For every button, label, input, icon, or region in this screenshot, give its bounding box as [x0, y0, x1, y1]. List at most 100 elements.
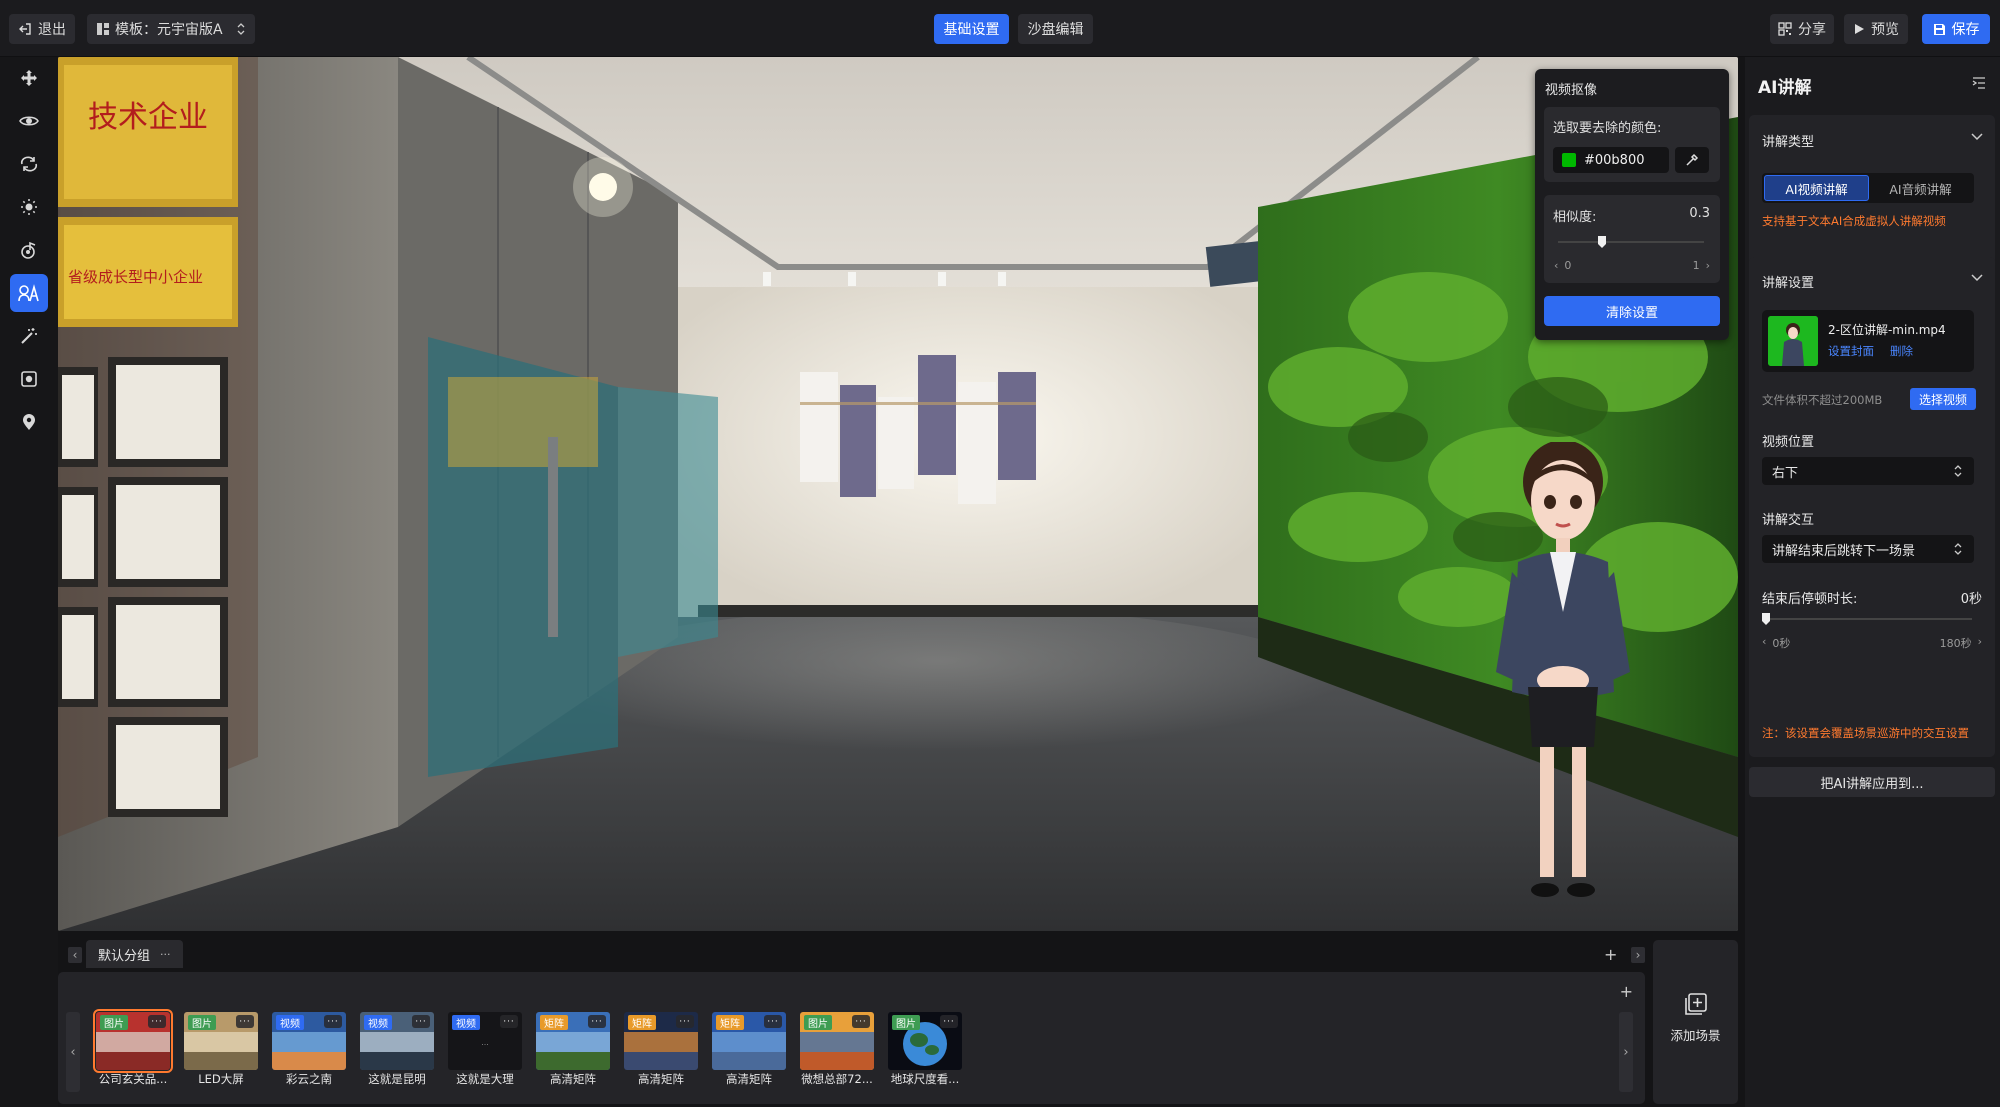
explain-settings-card: 讲解设置 2-区位讲解-min.mp4 设置封面 删除 文件体积不超过200MB… — [1749, 257, 1995, 757]
exit-label: 退出 — [38, 22, 66, 38]
scene-label: 高清矩阵 — [550, 1072, 596, 1086]
more-icon[interactable]: ··· — [764, 1015, 782, 1028]
scene-label: 公司玄关品... — [98, 1072, 168, 1086]
more-icon[interactable]: ··· — [412, 1015, 430, 1028]
scene-type-badge: 视频 — [452, 1015, 480, 1030]
panorama-viewer[interactable]: 技术企业 省级成长型中小企业 — [58, 57, 1738, 931]
more-icon[interactable]: ··· — [500, 1015, 518, 1028]
scene-type-badge: 图片 — [100, 1015, 128, 1030]
magic-wand-icon[interactable] — [10, 317, 48, 355]
clear-settings-button[interactable]: 清除设置 — [1544, 296, 1720, 326]
sun-icon[interactable] — [10, 188, 48, 226]
scene-type-badge: 视频 — [276, 1015, 304, 1030]
pause-slider-track[interactable] — [1766, 618, 1972, 620]
tab-sandbox-edit[interactable]: 沙盘编辑 — [1018, 14, 1093, 44]
more-icon[interactable]: ··· — [160, 948, 171, 961]
chevron-right-icon[interactable]: › — [1978, 635, 1982, 651]
video-position-value: 右下 — [1772, 465, 1799, 481]
choose-video-button[interactable]: 选择视频 — [1910, 388, 1976, 410]
scene-label: 彩云之南 — [286, 1072, 332, 1086]
ai-audio-explain-option[interactable]: AI音频讲解 — [1869, 175, 1972, 201]
more-icon[interactable]: ··· — [588, 1015, 606, 1028]
chevron-left-icon[interactable]: ‹ — [68, 947, 82, 963]
set-cover-link[interactable]: 设置封面 — [1828, 343, 1874, 359]
more-icon[interactable]: ··· — [148, 1015, 166, 1028]
scene-thumbnail[interactable]: 视频 ··· 这就是昆明 — [360, 1012, 434, 1088]
similarity-slider-track[interactable] — [1558, 241, 1704, 243]
save-label: 保存 — [1951, 22, 1980, 38]
group-bar: ‹ 默认分组 ··· + › — [58, 940, 1648, 968]
exit-button[interactable]: 退出 — [9, 14, 75, 44]
location-pin-icon[interactable] — [10, 403, 48, 441]
eye-icon[interactable] — [10, 102, 48, 140]
explain-settings-label: 讲解设置 — [1762, 276, 1815, 291]
similarity-slider-knob[interactable] — [1597, 235, 1607, 249]
scroll-right-arrow[interactable]: › — [1619, 1012, 1633, 1092]
scene-thumbnail[interactable]: 视频 ··· 彩云之南 — [272, 1012, 346, 1088]
collapse-panel-icon[interactable] — [1972, 76, 1986, 90]
similarity-min: ‹ 0 — [1554, 259, 1572, 272]
share-button[interactable]: 分享 — [1770, 14, 1834, 44]
add-scene-button[interactable]: 添加场景 — [1653, 940, 1738, 1104]
scene-thumbnail[interactable]: ... 视频 ··· 这就是大理 — [448, 1012, 522, 1088]
scene-label: 高清矩阵 — [638, 1072, 684, 1086]
chevron-down-icon[interactable] — [1971, 133, 1983, 141]
play-icon — [1853, 23, 1865, 35]
interaction-select[interactable]: 讲解结束后跳转下一场景 — [1762, 535, 1974, 563]
updown-icon — [1954, 543, 1962, 555]
add-scene-plus-icon[interactable]: + — [1620, 982, 1633, 1001]
move-icon[interactable] — [10, 59, 48, 97]
group-tab[interactable]: 默认分组 ··· — [86, 940, 183, 968]
more-icon[interactable]: ··· — [940, 1015, 958, 1028]
scene-thumbnail[interactable]: 矩阵 ··· 高清矩阵 — [712, 1012, 786, 1088]
color-label: 选取要去除的颜色: — [1553, 121, 1662, 136]
music-note-icon[interactable] — [10, 231, 48, 269]
more-icon[interactable]: ··· — [852, 1015, 870, 1028]
scene-thumbnail[interactable]: 矩阵 ··· 高清矩阵 — [536, 1012, 610, 1088]
video-position-label: 视频位置 — [1762, 435, 1815, 450]
apply-ai-explain-button[interactable]: 把AI讲解应用到... — [1749, 767, 1995, 797]
chevron-left-icon[interactable]: ‹ — [1554, 259, 1558, 272]
more-icon[interactable]: ··· — [236, 1015, 254, 1028]
chevron-left-icon[interactable]: ‹ — [1762, 635, 1766, 651]
chevron-right-icon[interactable]: › — [1631, 947, 1645, 963]
frame-icon[interactable] — [10, 360, 48, 398]
left-toolbar — [0, 57, 58, 1107]
updown-icon — [237, 23, 245, 35]
more-icon[interactable]: ··· — [676, 1015, 694, 1028]
more-icon[interactable]: ··· — [324, 1015, 342, 1028]
updown-icon — [1954, 465, 1962, 477]
pause-duration-value: 0秒 — [1960, 592, 1982, 607]
save-button[interactable]: 保存 — [1922, 14, 1990, 44]
template-select[interactable]: 模板：元宇宙版A — [87, 14, 255, 44]
video-thumbnail — [1768, 316, 1818, 366]
video-position-select[interactable]: 右下 — [1762, 457, 1974, 485]
scene-thumbnail[interactable]: 图片 ··· LED大屏 — [184, 1012, 258, 1088]
add-group-icon[interactable]: + — [1604, 945, 1617, 964]
preview-button[interactable]: 预览 — [1844, 14, 1908, 44]
color-value-field[interactable]: #00b800 — [1553, 147, 1669, 173]
chevron-down-icon[interactable] — [1971, 274, 1983, 282]
scene-thumbnail[interactable]: 图片 ··· 地球尺度看... — [888, 1012, 962, 1088]
scroll-left-arrow[interactable]: ‹ — [66, 1012, 80, 1092]
scene-label: LED大屏 — [198, 1072, 244, 1086]
delete-video-link[interactable]: 删除 — [1890, 343, 1913, 359]
scene-thumbnail[interactable]: 图片 ··· 公司玄关品... — [93, 1009, 173, 1088]
interaction-value: 讲解结束后跳转下一场景 — [1772, 543, 1916, 559]
video-matting-panel: 视频抠像 选取要去除的颜色: #00b800 相似度: 0.3 ‹ 0 1 › 清除… — [1535, 69, 1729, 340]
eyedropper-icon[interactable] — [1675, 147, 1709, 173]
tab-basic-settings[interactable]: 基础设置 — [934, 14, 1009, 44]
size-limit-text: 文件体积不超过200MB — [1762, 393, 1883, 407]
ai-video-explain-option[interactable]: AI视频讲解 — [1764, 175, 1869, 201]
scene-thumbnail[interactable]: 图片 ··· 微想总部72... — [800, 1012, 874, 1088]
interaction-label: 讲解交互 — [1762, 513, 1815, 528]
exit-icon — [18, 22, 32, 36]
rotate-icon[interactable] — [10, 145, 48, 183]
chevron-right-icon[interactable]: › — [1706, 259, 1710, 272]
scene-type-badge: 图片 — [804, 1015, 832, 1030]
preview-label: 预览 — [1871, 22, 1899, 38]
pause-slider-knob[interactable] — [1761, 612, 1771, 626]
scene-thumbnail[interactable]: 矩阵 ··· 高清矩阵 — [624, 1012, 698, 1088]
ai-avatar-icon[interactable] — [10, 274, 48, 312]
save-icon — [1933, 23, 1946, 36]
